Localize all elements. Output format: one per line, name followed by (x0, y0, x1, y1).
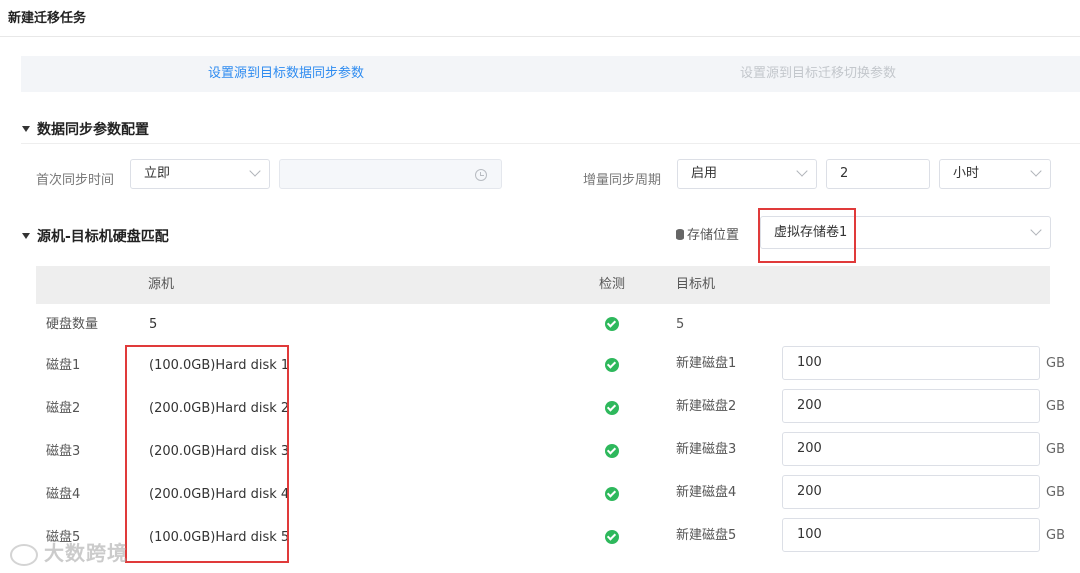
chevron-down-icon (249, 165, 261, 177)
database-icon (676, 229, 684, 240)
step-cutover-params[interactable]: 设置源到目标迁移切换参数 (740, 56, 896, 92)
header-source: 源机 (148, 277, 175, 292)
disk-section-header[interactable]: 源机-目标机硬盘匹配 (22, 226, 169, 246)
first-sync-time-picker[interactable] (279, 159, 502, 189)
header-check: 检测 (599, 277, 626, 292)
check-icon (605, 358, 619, 372)
source-disk: (100.0GB)Hard disk 5 (149, 530, 290, 545)
watermark-logo-icon (10, 543, 38, 566)
size-unit: GB (1046, 442, 1065, 457)
disk-label: 磁盘2 (46, 401, 81, 416)
section-divider (21, 143, 1080, 144)
incremental-unit-value: 小时 (953, 166, 980, 181)
target-disk: 新建磁盘5 (676, 528, 737, 543)
page-title: 新建迁移任务 (8, 11, 87, 26)
first-sync-label: 首次同步时间 (36, 173, 115, 188)
disk-size-input[interactable]: 200 (782, 389, 1040, 423)
storage-location-select[interactable]: 虚拟存储卷1 (760, 216, 1051, 249)
title-divider (0, 36, 1080, 37)
disk-size-input[interactable]: 100 (782, 518, 1040, 552)
chevron-down-icon (796, 165, 808, 177)
size-unit: GB (1046, 485, 1065, 500)
incremental-sync-label: 增量同步周期 (583, 173, 662, 188)
disk-label: 磁盘3 (46, 444, 81, 459)
header-target: 目标机 (676, 277, 716, 292)
size-unit: GB (1046, 356, 1065, 371)
sync-section-header[interactable]: 数据同步参数配置 (22, 119, 149, 139)
disk-size-input[interactable]: 200 (782, 475, 1040, 509)
check-icon (605, 530, 619, 544)
target-disk: 新建磁盘4 (676, 485, 737, 500)
check-icon (605, 487, 619, 501)
source-disk: (200.0GB)Hard disk 3 (149, 444, 290, 459)
steps-bar: 设置源到目标数据同步参数 设置源到目标迁移切换参数 (21, 56, 1080, 92)
incremental-mode-value: 启用 (691, 166, 718, 181)
disk-section-title: 源机-目标机硬盘匹配 (37, 229, 169, 245)
step-sync-params[interactable]: 设置源到目标数据同步参数 (208, 56, 364, 92)
chevron-down-icon (1030, 165, 1042, 177)
clock-icon (475, 169, 487, 181)
storage-location-label: 存储位置 (676, 224, 739, 243)
collapse-triangle-icon (22, 126, 30, 132)
collapse-triangle-icon (22, 233, 30, 239)
incremental-interval-value: 2 (840, 166, 849, 181)
incremental-mode-select[interactable]: 启用 (677, 159, 817, 189)
first-sync-select[interactable]: 立即 (130, 159, 270, 189)
target-disk: 新建磁盘3 (676, 442, 737, 457)
source-disk: (100.0GB)Hard disk 1 (149, 358, 290, 373)
source-disk: (200.0GB)Hard disk 2 (149, 401, 290, 416)
table-header: 源机 检测 目标机 (36, 266, 1050, 304)
disk-count-target: 5 (676, 317, 685, 332)
target-disk: 新建磁盘2 (676, 399, 737, 414)
check-icon (605, 444, 619, 458)
storage-location-value: 虚拟存储卷1 (774, 225, 848, 240)
disk-size-input[interactable]: 200 (782, 432, 1040, 466)
size-unit: GB (1046, 528, 1065, 543)
target-disk: 新建磁盘1 (676, 356, 737, 371)
disk-label: 磁盘1 (46, 358, 81, 373)
disk-size-input[interactable]: 100 (782, 346, 1040, 380)
source-disk: (200.0GB)Hard disk 4 (149, 487, 290, 502)
check-icon (605, 317, 619, 331)
disk-label: 磁盘4 (46, 487, 81, 502)
sync-section-title: 数据同步参数配置 (37, 122, 149, 138)
incremental-unit-select[interactable]: 小时 (939, 159, 1051, 189)
incremental-interval-input[interactable]: 2 (826, 159, 930, 189)
watermark: 大数跨境 (10, 537, 128, 566)
check-icon (605, 401, 619, 415)
chevron-down-icon (1030, 224, 1042, 236)
disk-count-source: 5 (149, 317, 158, 332)
disk-count-label: 硬盘数量 (46, 317, 99, 332)
first-sync-value: 立即 (144, 166, 171, 181)
size-unit: GB (1046, 399, 1065, 414)
